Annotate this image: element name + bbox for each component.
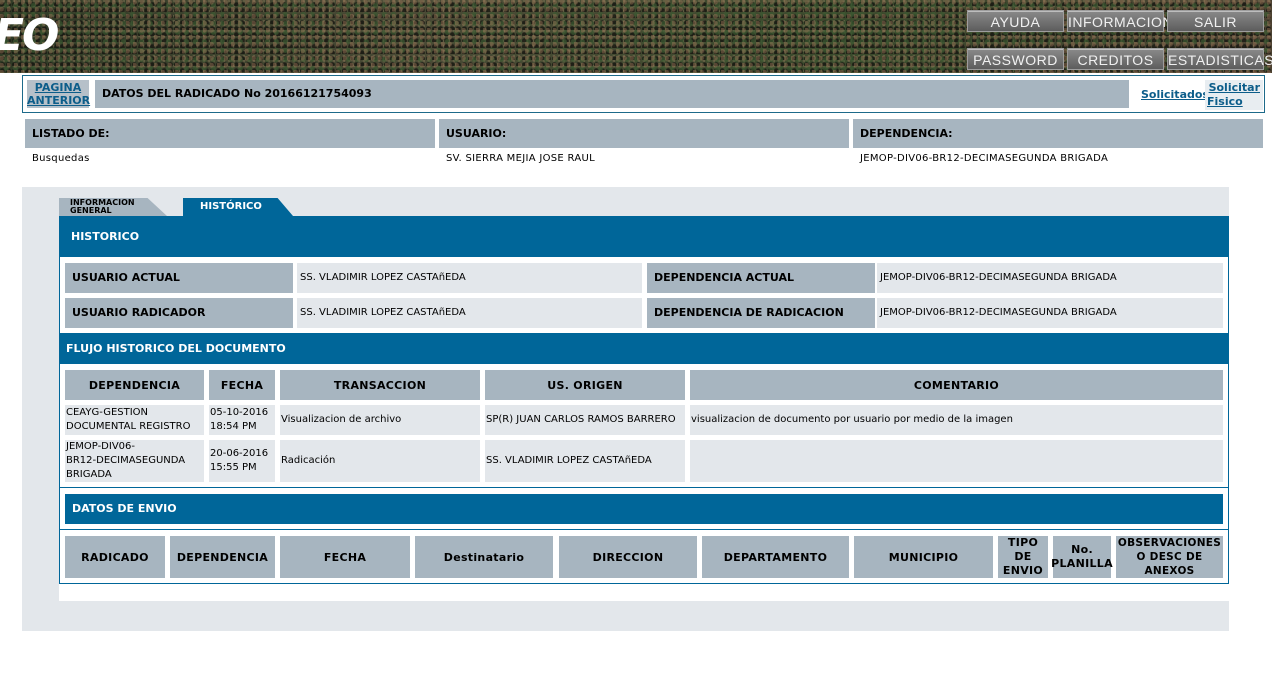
radicado-title: DATOS DEL RADICADO No 20166121754093	[95, 80, 1129, 108]
row1-fecha-l1: 05-10-2016	[210, 407, 269, 418]
row1-dependencia-l2: DOCUMENTAL REGISTRO	[66, 421, 191, 432]
flujo-title: FLUJO HISTORICO DEL DOCUMENTO	[60, 333, 1228, 364]
tipo-l3: ENVIO	[1002, 564, 1044, 577]
row1-fecha: 05-10-2016 18:54 PM	[209, 405, 275, 435]
usuario-value: SV. SIERRA MEJIA JOSE RAUL	[446, 153, 595, 164]
obs-l2: O DESC DE	[1136, 551, 1203, 563]
dependencia-actual-value: JEMOP-DIV06-BR12-DECIMASEGUNDA BRIGADA	[877, 263, 1223, 293]
envio-col-departamento: DEPARTAMENTO	[702, 536, 849, 578]
envio-col-tipo-envio: TIPO DE ENVIO	[998, 536, 1048, 578]
tab-historico[interactable]: HISTÓRICO	[183, 198, 293, 216]
section-divider	[60, 487, 1228, 488]
row2-transaccion: Radicación	[280, 440, 480, 482]
row1-fecha-l2: 18:54 PM	[210, 421, 257, 432]
row2-fecha: 20-06-2016 15:55 PM	[209, 440, 275, 482]
envio-col-destinatario: Destinatario	[415, 536, 553, 578]
envio-title: DATOS DE ENVIO	[65, 494, 1223, 524]
row1-dependencia-l1: CEAYG-GESTION	[66, 407, 149, 418]
usuario-actual-value: SS. VLADIMIR LOPEZ CASTAñEDA	[297, 263, 642, 293]
dependencia-actual-label: DEPENDENCIA ACTUAL	[647, 263, 875, 293]
section-divider	[60, 529, 1228, 530]
tipo-l1: TIPO	[1007, 536, 1039, 549]
dependencia-label: DEPENDENCIA:	[853, 119, 1263, 148]
pagina-anterior-button[interactable]: PAGINA ANTERIOR	[27, 80, 90, 108]
row2-dependencia-l1: JEMOP-DIV06-	[66, 441, 136, 452]
envio-col-observaciones: OBSERVACIONES O DESC DE ANEXOS	[1116, 536, 1223, 578]
usuario-label: USUARIO:	[439, 119, 849, 148]
envio-col-radicado: RADICADO	[65, 536, 165, 578]
historico-title: HISTORICO	[60, 217, 1228, 257]
planilla-l2: PLANILLA	[1051, 557, 1113, 570]
solicitados-link[interactable]: Solicitados	[1141, 88, 1209, 101]
envio-col-fecha: FECHA	[280, 536, 410, 578]
row1-comentario: visualizacion de documento por usuario p…	[690, 405, 1223, 435]
flujo-col-transaccion: TRANSACCION	[280, 370, 480, 400]
row1-transaccion: Visualizacion de archivo	[280, 405, 480, 435]
tab-info-line2: GENERAL	[70, 206, 112, 215]
app-logo: EO	[0, 10, 59, 61]
solicitar-line1[interactable]: Solicitar	[1207, 81, 1263, 95]
listado-value: Busquedas	[32, 153, 90, 164]
dependencia-radicacion-label: DEPENDENCIA DE RADICACION	[647, 298, 875, 328]
planilla-l1: No.	[1071, 543, 1093, 556]
row2-dependencia-l3: BRIGADA	[66, 469, 112, 480]
flujo-col-dependencia: DEPENDENCIA	[65, 370, 204, 400]
solicitar-fisico-link[interactable]: Solicitar Fisico	[1205, 80, 1263, 110]
pagina-anterior-line2[interactable]: ANTERIOR	[27, 94, 90, 107]
row2-dependencia-l2: BR12-DECIMASEGUNDA	[66, 455, 186, 466]
flujo-col-comentario: COMENTARIO	[690, 370, 1223, 400]
obs-l3: ANEXOS	[1144, 565, 1195, 577]
row1-origen: SP(R) JUAN CARLOS RAMOS BARRERO	[485, 405, 685, 435]
envio-col-direccion: DIRECCION	[559, 536, 697, 578]
usuario-radicador-label: USUARIO RADICADOR	[65, 298, 293, 328]
envio-col-planilla: No. PLANILLA	[1051, 536, 1113, 578]
obs-l1: OBSERVACIONES	[1117, 537, 1222, 549]
password-button[interactable]: PASSWORD	[967, 48, 1064, 70]
row2-fecha-l1: 20-06-2016	[210, 448, 269, 459]
creditos-button[interactable]: CREDITOS	[1067, 48, 1164, 70]
informacion-button[interactable]: INFORMACION	[1067, 10, 1173, 32]
ayuda-button[interactable]: AYUDA	[967, 10, 1064, 32]
estadisticas-button[interactable]: ESTADISTICAS	[1167, 48, 1272, 70]
tipo-l2: DE	[1014, 550, 1032, 563]
row2-comentario	[690, 440, 1223, 482]
flujo-col-origen: US. ORIGEN	[485, 370, 685, 400]
panel-footer-area	[59, 584, 1229, 601]
usuario-actual-label: USUARIO ACTUAL	[65, 263, 293, 293]
solicitar-line2[interactable]: Fisico	[1207, 95, 1243, 109]
pagina-anterior-line1[interactable]: PAGINA	[27, 81, 89, 94]
listado-label: LISTADO DE:	[25, 119, 435, 148]
table-row: CEAYG-GESTION DOCUMENTAL REGISTRO	[65, 405, 204, 435]
row2-origen: SS. VLADIMIR LOPEZ CASTAñEDA	[485, 440, 685, 482]
table-row: JEMOP-DIV06- BR12-DECIMASEGUNDA BRIGADA	[65, 440, 204, 482]
salir-button[interactable]: SALIR	[1167, 10, 1264, 32]
row2-fecha-l2: 15:55 PM	[210, 462, 257, 473]
dependencia-radicacion-value: JEMOP-DIV06-BR12-DECIMASEGUNDA BRIGADA	[877, 298, 1223, 328]
envio-col-dependencia: DEPENDENCIA	[170, 536, 275, 578]
flujo-col-fecha: FECHA	[209, 370, 275, 400]
dependencia-value: JEMOP-DIV06-BR12-DECIMASEGUNDA BRIGADA	[860, 153, 1109, 164]
usuario-radicador-value: SS. VLADIMIR LOPEZ CASTAñEDA	[297, 298, 642, 328]
envio-col-municipio: MUNICIPIO	[854, 536, 993, 578]
